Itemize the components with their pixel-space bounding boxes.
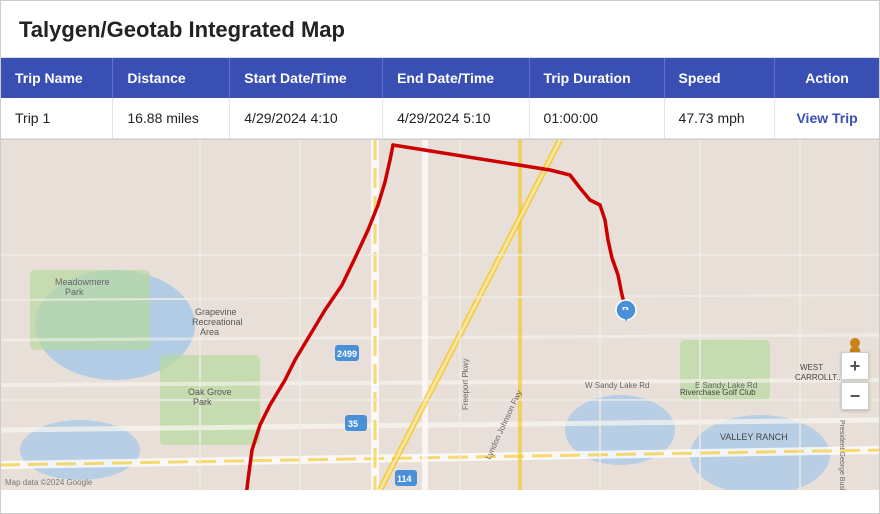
col-header-speed: Speed <box>664 58 775 98</box>
col-header-distance: Distance <box>113 58 230 98</box>
col-header-end-datetime: End Date/Time <box>383 58 529 98</box>
view-trip-link[interactable]: View Trip <box>796 110 857 126</box>
svg-text:114: 114 <box>397 474 412 484</box>
cell-speed: 47.73 mph <box>664 98 775 139</box>
table-row: Trip 1 16.88 miles 4/29/2024 4:10 4/29/2… <box>1 98 879 139</box>
svg-text:Park: Park <box>193 397 212 407</box>
cell-trip-name: Trip 1 <box>1 98 113 139</box>
svg-text:Freeport Pkwy: Freeport Pkwy <box>461 358 470 410</box>
col-header-action: Action <box>775 58 879 98</box>
svg-text:E Sandy Lake Rd: E Sandy Lake Rd <box>695 381 757 390</box>
svg-text:President George Bush Turnpike: President George Bush Turnpike <box>838 420 845 490</box>
cell-trip-duration: 01:00:00 <box>529 98 664 139</box>
map-svg: Meadowmere Park Grapevine Recreational A… <box>1 140 879 490</box>
col-header-trip-duration: Trip Duration <box>529 58 664 98</box>
svg-text:Meadowmere: Meadowmere <box>55 277 110 287</box>
page-title: Talygen/Geotab Integrated Map <box>1 1 879 58</box>
svg-text:35: 35 <box>348 419 358 429</box>
svg-text:W Sandy Lake Rd: W Sandy Lake Rd <box>585 381 649 390</box>
cell-end-datetime: 4/29/2024 5:10 <box>383 98 529 139</box>
svg-text:Grapevine: Grapevine <box>195 307 237 317</box>
map-controls: + − <box>841 352 869 410</box>
zoom-out-button[interactable]: − <box>841 382 869 410</box>
col-header-trip-name: Trip Name <box>1 58 113 98</box>
svg-text:Recreational: Recreational <box>192 317 243 327</box>
svg-text:Park: Park <box>65 287 84 297</box>
svg-text:Oak Grove: Oak Grove <box>188 387 232 397</box>
svg-text:Area: Area <box>200 327 219 337</box>
map-container[interactable]: Meadowmere Park Grapevine Recreational A… <box>1 140 879 490</box>
col-header-start-datetime: Start Date/Time <box>230 58 383 98</box>
cell-distance: 16.88 miles <box>113 98 230 139</box>
cell-start-datetime: 4/29/2024 4:10 <box>230 98 383 139</box>
cell-action: View Trip <box>775 98 879 139</box>
trips-table-container: Trip Name Distance Start Date/Time End D… <box>1 58 879 140</box>
trips-table: Trip Name Distance Start Date/Time End D… <box>1 58 879 139</box>
svg-text:Map data ©2024 Google: Map data ©2024 Google <box>5 478 93 487</box>
svg-text:2499: 2499 <box>337 349 357 359</box>
table-header-row: Trip Name Distance Start Date/Time End D… <box>1 58 879 98</box>
svg-text:WEST: WEST <box>800 363 823 372</box>
zoom-in-button[interactable]: + <box>841 352 869 380</box>
svg-text:VALLEY RANCH: VALLEY RANCH <box>720 432 788 442</box>
svg-text:CARROLLT...: CARROLLT... <box>795 373 843 382</box>
